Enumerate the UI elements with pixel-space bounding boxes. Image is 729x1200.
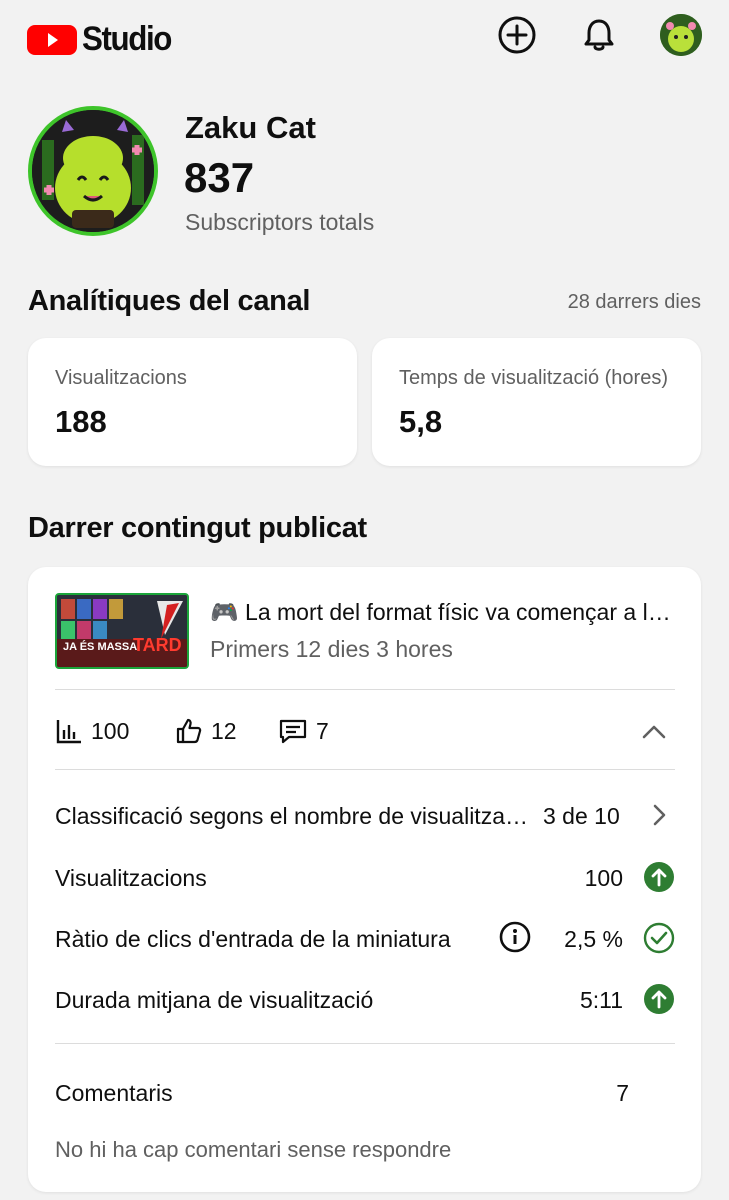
divider <box>55 1043 675 1044</box>
divider <box>55 769 675 770</box>
analytics-range: 28 darrers dies <box>567 291 701 313</box>
avg-duration-row[interactable]: Durada mitjana de visualització 5:11 <box>55 979 675 1019</box>
likes-stat: 12 <box>175 717 237 745</box>
analytics-title: Analítiques del canal <box>28 285 311 317</box>
thumbs-up-icon <box>176 718 202 744</box>
comments-stat: 7 <box>278 717 329 745</box>
row-value: 100 <box>584 865 623 891</box>
video-timeframe: Primers 12 dies 3 hores <box>210 636 453 662</box>
views-stat: 100 <box>55 717 129 745</box>
comments-label: Comentaris <box>55 1080 173 1106</box>
channel-avatar[interactable] <box>28 106 158 236</box>
row-label: Durada mitjana de visualització <box>55 987 374 1013</box>
chevron-up-icon[interactable] <box>639 717 669 747</box>
top-bar: Studio <box>0 0 729 80</box>
metric-card-watch-time[interactable]: Temps de visualització (hores) 5,8 <box>372 338 701 466</box>
row-value: 3 de 10 <box>543 803 620 829</box>
metric-card-views[interactable]: Visualitzacions 188 <box>28 338 357 466</box>
comments-row[interactable]: Comentaris 7 <box>55 1072 675 1112</box>
row-value: 2,5 % <box>564 926 623 952</box>
metric-value: 188 <box>55 404 107 439</box>
thumbnail-text-2: TARD <box>133 635 182 655</box>
subscriber-label: Subscriptors totals <box>185 209 375 235</box>
metric-label: Visualitzacions <box>55 367 187 389</box>
info-icon[interactable] <box>499 921 531 953</box>
comments-total: 7 <box>616 1080 629 1106</box>
video-title[interactable]: 🎮 La mort del format físic va començar a… <box>210 599 675 626</box>
subscriber-count: 837 <box>184 154 255 201</box>
latest-video-card: JA ÉS MASSA TARD 🎮 La mort del format fí… <box>28 567 701 1192</box>
brand-text: Studio <box>82 20 172 58</box>
likes-count: 12 <box>211 717 237 744</box>
metric-label: Temps de visualització (hores) <box>399 367 668 389</box>
metric-value: 5,8 <box>399 404 443 439</box>
arrow-up-icon <box>643 983 675 1015</box>
divider <box>55 689 675 690</box>
thumbnail-text-1: JA ÉS MASSA <box>63 641 138 653</box>
views-row[interactable]: Visualitzacions 100 <box>55 857 675 897</box>
row-label: Ràtio de clics d'entrada de la miniatura <box>55 926 451 952</box>
ctr-row[interactable]: Ràtio de clics d'entrada de la miniatura… <box>55 918 675 958</box>
video-thumbnail[interactable]: JA ÉS MASSA TARD <box>55 593 189 669</box>
bar-chart-icon <box>56 720 81 744</box>
ranking-row[interactable]: Classificació segons el nombre de visual… <box>55 795 675 835</box>
row-label: Visualitzacions <box>55 865 207 891</box>
check-circle-icon <box>643 922 675 954</box>
comments-note: No hi ha cap comentari sense respondre <box>55 1137 452 1162</box>
views-count: 100 <box>91 717 130 744</box>
row-value: 5:11 <box>579 987 623 1013</box>
comments-count: 7 <box>316 717 329 744</box>
latest-content-title: Darrer contingut publicat <box>28 512 367 544</box>
comment-icon <box>279 719 307 744</box>
create-icon[interactable] <box>496 14 538 56</box>
youtube-play-icon <box>27 24 77 55</box>
chevron-right-icon <box>643 799 675 831</box>
arrow-up-icon <box>643 861 675 893</box>
account-avatar[interactable] <box>660 14 702 56</box>
notifications-icon[interactable] <box>578 14 620 56</box>
channel-header: Zaku Cat 837 Subscriptors totals <box>28 106 708 236</box>
youtube-studio-logo[interactable]: Studio <box>27 20 179 59</box>
channel-name: Zaku Cat <box>185 110 316 145</box>
row-label: Classificació segons el nombre de visual… <box>55 803 531 829</box>
